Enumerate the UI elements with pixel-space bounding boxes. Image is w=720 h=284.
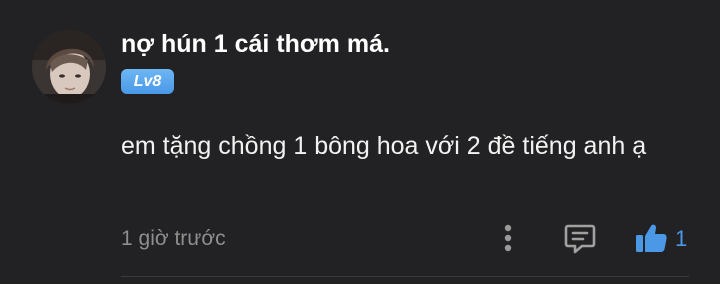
level-badge: Lv8 [121,69,174,94]
more-vertical-icon [504,224,512,252]
reply-button[interactable] [562,220,598,256]
more-options-button[interactable] [496,222,520,254]
comment-text: em tặng chồng 1 bông hoa với 2 đề tiếng … [121,132,647,160]
comment-timestamp: 1 giờ trước [121,227,226,250]
thumbs-up-icon [636,224,667,252]
like-button[interactable]: 1 [632,218,692,258]
username[interactable]: nợ hún 1 cái thơm má. [121,27,390,61]
comment-reply-icon [564,224,596,254]
like-count: 1 [675,226,688,251]
comment-item: nợ hún 1 cái thơm má. Lv8 em tặng chồng … [0,0,720,284]
avatar[interactable] [32,30,106,104]
divider [121,276,689,277]
avatar-image [32,30,106,104]
